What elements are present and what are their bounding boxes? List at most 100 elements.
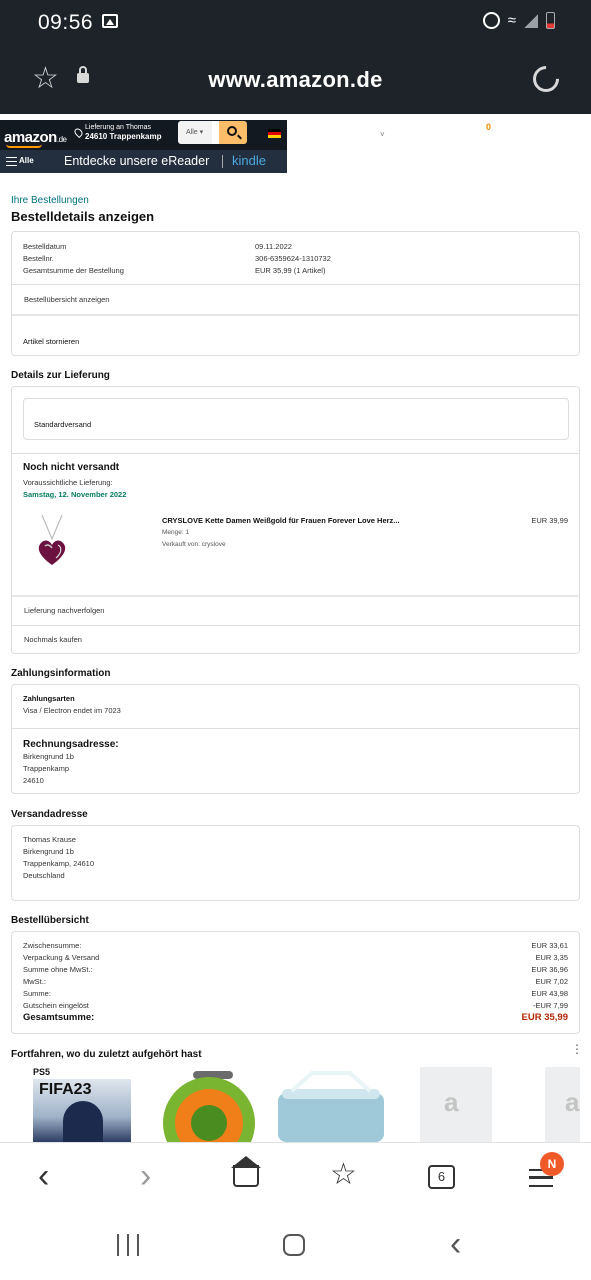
divider xyxy=(12,453,579,454)
shipping-address: Thomas Krause Birkengrund 1b Trappenkamp… xyxy=(23,834,94,882)
hamburger-menu-icon[interactable] xyxy=(6,157,17,166)
kindle-logo[interactable]: kindle xyxy=(232,153,266,168)
summary-value: -EUR 7,99 xyxy=(532,1001,568,1010)
delivery-box: Standardversand Noch nicht versandt Vora… xyxy=(11,386,580,654)
recent-item-container[interactable] xyxy=(272,1067,390,1142)
summary-label: MwSt.: xyxy=(23,977,46,986)
recent-apps-icon[interactable] xyxy=(117,1234,139,1256)
product-seller: Verkauft von: cryslove xyxy=(162,541,226,548)
ps5-label: PS5 xyxy=(33,1067,131,1079)
order-info-labels: Bestelldatum Bestellnr. Gesamtsumme der … xyxy=(23,241,124,277)
summary-label: Verpackung & Versand xyxy=(23,953,100,962)
recent-item-fifa23[interactable]: PS5 FIFA23 xyxy=(33,1067,131,1142)
browser-url-bar: ☆ www.amazon.de xyxy=(0,46,591,114)
menu-all-label[interactable]: Alle xyxy=(19,156,34,165)
page-title: Bestelldetails anzeigen xyxy=(11,209,155,224)
search-icon xyxy=(227,126,237,136)
recent-item-cable-reel[interactable] xyxy=(155,1067,263,1142)
system-navigation-bar: ‹ xyxy=(0,1210,591,1280)
order-total-label: Gesamtsumme der Bestellung xyxy=(23,266,124,275)
summary-value: EUR 7,02 xyxy=(535,977,568,986)
summary-value: EUR 3,35 xyxy=(535,953,568,962)
summary-values: EUR 33,61 EUR 3,35 EUR 36,96 EUR 7,02 EU… xyxy=(522,940,568,1024)
summary-label: Gutschein eingelöst xyxy=(23,1001,89,1010)
promo-text[interactable]: Entdecke unsere eReader xyxy=(64,154,209,168)
summary-label: Zwischensumme: xyxy=(23,941,82,950)
url-text[interactable]: www.amazon.de xyxy=(0,67,591,93)
amazon-placeholder-icon: a xyxy=(444,1087,459,1117)
search-input[interactable] xyxy=(212,121,219,144)
payment-method-value: Visa / Electron endet im 7023 xyxy=(23,706,121,715)
shipping-address-box: Thomas Krause Birkengrund 1b Trappenkamp… xyxy=(11,825,580,901)
buy-again-link[interactable]: Nochmals kaufen xyxy=(24,634,82,646)
summary-labels: Zwischensumme: Verpackung & Versand Summ… xyxy=(23,940,99,1024)
amazon-smile-icon xyxy=(6,144,42,148)
tabs-icon[interactable]: 6 xyxy=(428,1165,455,1189)
cancel-row[interactable]: Artikel stornieren xyxy=(12,314,579,356)
order-number-value: 306-6359624-1310732 xyxy=(255,254,331,263)
status-time: 09:56 xyxy=(38,11,94,34)
recent-item-placeholder[interactable]: a xyxy=(545,1067,580,1142)
more-options-icon[interactable]: ⋮ xyxy=(571,1043,583,1055)
summary-label: Summe ohne MwSt.: xyxy=(23,965,93,974)
gallery-icon xyxy=(102,14,118,28)
product-image[interactable] xyxy=(34,513,70,569)
payment-section-title: Zahlungsinformation xyxy=(11,668,111,679)
billing-address: Birkengrund 1b Trappenkamp 24610 xyxy=(23,751,74,787)
order-total-value: EUR 35,99 (1 Artikel) xyxy=(255,266,326,275)
summary-value: EUR 33,61 xyxy=(531,941,568,950)
product-price: EUR 39,99 xyxy=(531,516,568,525)
amazon-header: amazon.de Lieferung an Thomas 24610 Trap… xyxy=(0,120,287,150)
home-button-icon[interactable] xyxy=(283,1234,305,1256)
billing-line: Birkengrund 1b xyxy=(23,752,74,761)
payment-methods-label: Zahlungsarten xyxy=(23,694,75,703)
order-summary-title: Bestellübersicht xyxy=(11,915,89,926)
back-icon[interactable]: ‹ xyxy=(38,1157,49,1196)
product-quantity: Menge: 1 xyxy=(162,529,190,536)
shipping-method: Standardversand xyxy=(34,420,92,429)
billing-address-title: Rechnungsadresse: xyxy=(23,739,119,750)
shipment-status: Noch nicht versandt xyxy=(23,462,120,473)
deliver-to[interactable]: Lieferung an Thomas 24610 Trappenkamp xyxy=(85,123,161,142)
back-button-icon[interactable]: ‹ xyxy=(450,1225,461,1264)
bookmarks-star-icon[interactable]: ☆ xyxy=(330,1157,357,1192)
delivery-section-title: Details zur Lieferung xyxy=(11,370,110,381)
forward-icon[interactable]: › xyxy=(140,1157,151,1196)
continue-section-title: Fortfahren, wo du zuletzt aufgehört hast xyxy=(11,1049,202,1060)
order-info-box: Bestelldatum Bestellnr. Gesamtsumme der … xyxy=(11,231,580,356)
home-roof xyxy=(231,1156,261,1168)
amazon-nav-bar: Alle Entdecke unsere eReader kindle xyxy=(0,150,287,173)
cart-count[interactable]: 0 xyxy=(486,122,491,132)
divider xyxy=(12,728,579,729)
fifa23-title: FIFA23 xyxy=(39,1081,92,1098)
track-row[interactable]: Lieferung nachverfolgen xyxy=(12,595,579,625)
summary-value: EUR 36,96 xyxy=(531,965,568,974)
grand-total-label: Gesamtsumme: xyxy=(23,1012,95,1023)
order-info-values: 09.11.2022 306-6359624-1310732 EUR 35,99… xyxy=(255,241,331,277)
breadcrumb[interactable]: Ihre Bestellungen xyxy=(11,195,89,206)
deliver-line2: 24610 Trappenkamp xyxy=(85,132,162,141)
track-delivery-link[interactable]: Lieferung nachverfolgen xyxy=(24,605,104,617)
home-icon[interactable] xyxy=(233,1165,259,1187)
recent-item-placeholder[interactable]: a xyxy=(420,1067,492,1142)
product-title-link[interactable]: CRYSLOVE Kette Damen Weißgold für Frauen… xyxy=(162,515,400,527)
cancel-items-button[interactable]: Artikel stornieren xyxy=(23,336,79,348)
buy-again-row[interactable]: Nochmals kaufen xyxy=(12,625,579,655)
search-button[interactable] xyxy=(219,121,247,144)
battery-icon xyxy=(546,12,555,29)
germany-flag-icon[interactable] xyxy=(268,129,281,138)
grand-total-value: EUR 35,99 xyxy=(521,1012,568,1023)
shipping-address-title: Versandadresse xyxy=(11,809,88,820)
order-overview-row[interactable]: Bestellübersicht anzeigen xyxy=(12,284,579,314)
signal-icon xyxy=(524,13,538,28)
chevron-down-icon: ˅ xyxy=(380,130,385,139)
location-pin-icon xyxy=(72,126,85,139)
profile-badge[interactable]: N xyxy=(540,1152,564,1176)
wifi-icon: ≈ xyxy=(507,12,516,29)
amazon-placeholder-icon: a xyxy=(565,1087,580,1117)
order-overview-link[interactable]: Bestellübersicht anzeigen xyxy=(24,294,109,306)
order-date-label: Bestelldatum xyxy=(23,242,67,251)
alarm-icon xyxy=(482,12,500,29)
divider xyxy=(222,155,223,168)
search-category-select[interactable]: Alle ▾ xyxy=(178,121,212,144)
